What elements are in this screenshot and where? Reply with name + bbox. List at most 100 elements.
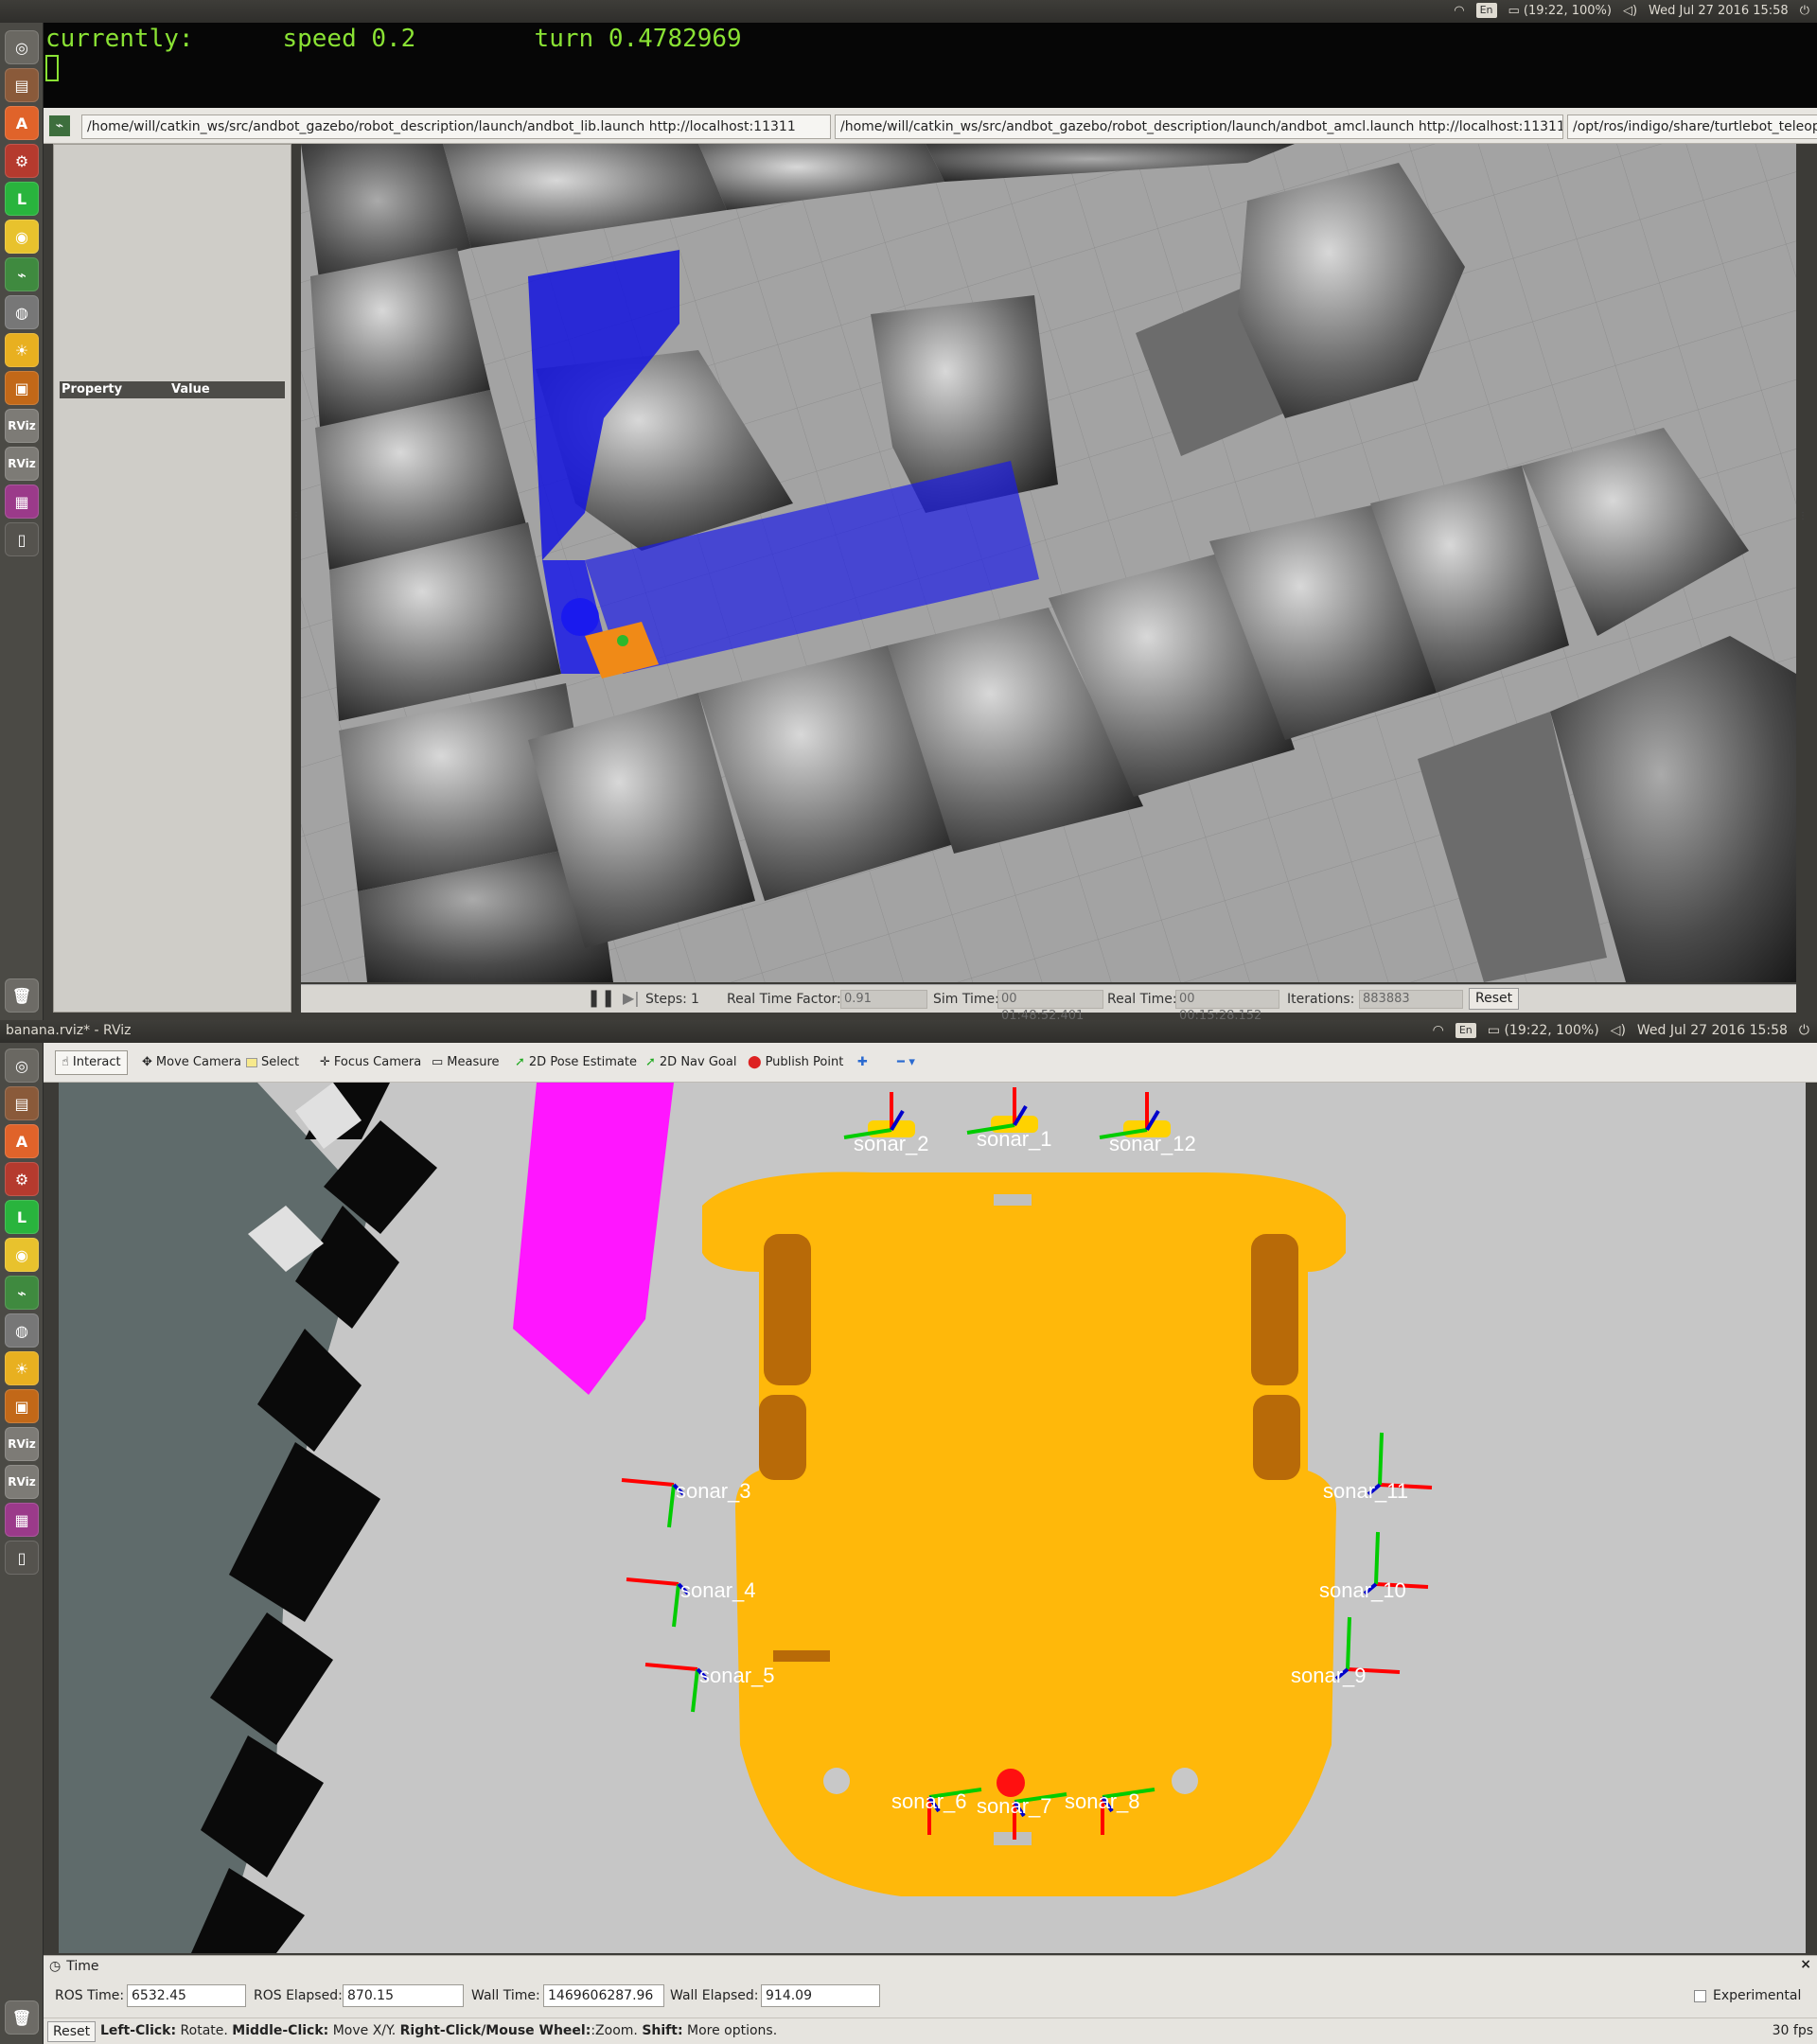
terminal-tab-2[interactable]: /home/will/catkin_ws/src/andbot_gazebo/r… bbox=[835, 115, 1563, 139]
gazebo-3d-view[interactable] bbox=[301, 144, 1796, 982]
rviz-icon[interactable]: RViz bbox=[5, 447, 39, 481]
sonar-label: sonar_10 bbox=[1319, 1578, 1406, 1602]
rviz-status-bar: Reset Left-Click: Rotate. Middle-Click: … bbox=[44, 2018, 1817, 2044]
package-icon[interactable]: ▣ bbox=[5, 371, 39, 405]
dash-icon[interactable]: ◎ bbox=[5, 30, 39, 64]
workspace-icon[interactable]: ▯ bbox=[5, 1541, 39, 1575]
power-icon[interactable]: ⏻ bbox=[1800, 4, 1809, 18]
sonar-label: sonar_1 bbox=[977, 1127, 1052, 1151]
sim-time-label: Sim Time: bbox=[933, 992, 999, 1007]
gazebo-reset-button[interactable]: Reset bbox=[1469, 988, 1520, 1010]
wall-elapsed-field[interactable]: 914.09 bbox=[761, 1984, 880, 2007]
robot-center-marker bbox=[997, 1769, 1025, 1797]
measure-tool[interactable]: ▭ Measure bbox=[426, 1050, 505, 1075]
webcam-icon[interactable]: ◍ bbox=[5, 1313, 39, 1348]
property-table-header: Property Value bbox=[60, 381, 285, 398]
sonar-label: sonar_2 bbox=[854, 1132, 929, 1155]
volume-icon[interactable]: ◁) bbox=[1623, 4, 1637, 18]
mouse-help-text: Left-Click: Rotate. Middle-Click: Move X… bbox=[100, 2023, 778, 2038]
ros-time-label: ROS Time: bbox=[55, 1988, 125, 2003]
wall-time-field[interactable]: 1469606287.96 bbox=[543, 1984, 664, 2007]
rviz-3d-view[interactable]: sonar_1 sonar_2 sonar_3 sonar_4 sonar_5 sonar… bbox=[59, 1083, 1806, 1953]
wifi-icon[interactable]: ◠ bbox=[1454, 4, 1464, 18]
ros-elapsed-field[interactable]: 870.15 bbox=[343, 1984, 464, 2007]
rviz-icon[interactable]: RViz bbox=[5, 1427, 39, 1461]
nav-goal-tool[interactable]: ➚ 2D Nav Goal bbox=[640, 1050, 742, 1075]
media-icon[interactable]: ▦ bbox=[5, 485, 39, 519]
line-app-icon[interactable]: L bbox=[5, 1200, 39, 1234]
select-icon bbox=[246, 1058, 257, 1067]
close-panel-icon[interactable]: × bbox=[1800, 1957, 1811, 1972]
trash-icon[interactable]: 🗑 bbox=[5, 978, 39, 1013]
files-icon[interactable]: ▤ bbox=[5, 1086, 39, 1120]
panel-splitter[interactable]: ⋮ bbox=[291, 511, 301, 530]
battery-indicator[interactable]: ▭ (19:22, 100%) bbox=[1488, 1023, 1599, 1038]
add-tool-button[interactable]: ✚ bbox=[852, 1050, 873, 1075]
caster-hole bbox=[823, 1768, 850, 1794]
caster-hole bbox=[1172, 1768, 1198, 1794]
unity-launcher-rviz: ◎ ▤ A ⚙ L ◉ ⌁ ◍ ☀ ▣ RViz RViz ▦ ▯ 🗑 bbox=[0, 1043, 44, 2044]
settings-icon[interactable]: ⚙ bbox=[5, 144, 39, 178]
software-center-icon[interactable]: A bbox=[5, 1124, 39, 1158]
system-monitor-icon[interactable]: ⌁ bbox=[5, 257, 39, 291]
software-center-icon[interactable]: A bbox=[5, 106, 39, 140]
sonar-label: sonar_5 bbox=[699, 1664, 775, 1687]
package-icon[interactable]: ▣ bbox=[5, 1389, 39, 1423]
gazebo-scene bbox=[301, 144, 1796, 982]
experimental-checkbox[interactable] bbox=[1694, 1990, 1706, 2002]
webcam-icon[interactable]: ◍ bbox=[5, 295, 39, 329]
wifi-icon[interactable]: ◠ bbox=[1433, 1023, 1444, 1038]
focus-camera-tool[interactable]: ✛ Focus Camera bbox=[314, 1050, 427, 1075]
files-icon[interactable]: ▤ bbox=[5, 68, 39, 102]
rviz-toolbar: ☝ Interact ✥ Move Camera Select ✛ Focus Cam… bbox=[44, 1043, 1817, 1083]
select-tool[interactable]: Select bbox=[240, 1050, 305, 1075]
rviz-icon[interactable]: RViz bbox=[5, 1465, 39, 1499]
sim-time-value: 00 01:48:52.401 bbox=[997, 990, 1103, 1023]
sonar-label: sonar_9 bbox=[1291, 1664, 1367, 1687]
sonar-label: sonar_6 bbox=[891, 1789, 967, 1813]
clock[interactable]: Wed Jul 27 2016 15:58 bbox=[1649, 4, 1789, 18]
media-icon[interactable]: ▦ bbox=[5, 1503, 39, 1537]
step-icon[interactable]: ▶| bbox=[623, 989, 640, 1007]
pose-estimate-tool[interactable]: ➚ 2D Pose Estimate bbox=[509, 1050, 643, 1075]
clock[interactable]: Wed Jul 27 2016 15:58 bbox=[1637, 1023, 1788, 1038]
iterations-value: 883883 bbox=[1359, 990, 1463, 1009]
terminal-tab-3[interactable]: /opt/ros/indigo/share/turtlebot_teleop/l bbox=[1567, 115, 1817, 139]
sonar-label: sonar_12 bbox=[1109, 1132, 1196, 1155]
idea-icon[interactable]: ☀ bbox=[5, 333, 39, 367]
move-camera-tool[interactable]: ✥ Move Camera bbox=[136, 1050, 247, 1075]
trash-icon[interactable]: 🗑 bbox=[5, 2000, 39, 2035]
rviz-title-bar: banana.rviz* - RViz ◠ En ▭ (19:22, 100%)… bbox=[0, 1020, 1817, 1043]
power-icon[interactable]: ⏻ bbox=[1799, 1023, 1809, 1038]
rviz-reset-button[interactable]: Reset bbox=[47, 2021, 97, 2042]
volume-icon[interactable]: ◁) bbox=[1611, 1023, 1626, 1038]
rviz-icon[interactable]: RViz bbox=[5, 409, 39, 443]
ros-time-field[interactable]: 6532.45 bbox=[127, 1984, 246, 2007]
battery-indicator[interactable]: ▭ (19:22, 100%) bbox=[1508, 4, 1612, 18]
idea-icon[interactable]: ☀ bbox=[5, 1351, 39, 1385]
panel-splitter-right[interactable]: ⋮ bbox=[1798, 511, 1808, 530]
chrome-icon[interactable]: ◉ bbox=[5, 220, 39, 254]
sonar-label: sonar_3 bbox=[676, 1479, 751, 1503]
clock-icon: ◷ bbox=[49, 1959, 62, 1974]
remove-tool-button[interactable]: ━ ▾ bbox=[891, 1050, 921, 1075]
settings-icon[interactable]: ⚙ bbox=[5, 1162, 39, 1196]
terminal-tab-1[interactable]: /home/will/catkin_ws/src/andbot_gazebo/r… bbox=[81, 115, 831, 139]
line-app-icon[interactable]: L bbox=[5, 182, 39, 216]
terminal-window[interactable]: currently: speed 0.2 turn 0.4782969 bbox=[44, 23, 1817, 108]
real-time-label: Real Time: bbox=[1107, 992, 1177, 1007]
green-arrow-icon: ➚ bbox=[515, 1055, 525, 1069]
sonar-label: sonar_7 bbox=[977, 1794, 1052, 1818]
system-monitor-icon[interactable]: ⌁ bbox=[5, 1276, 39, 1310]
publish-point-tool[interactable]: ⬤ Publish Point bbox=[742, 1050, 849, 1075]
dash-icon[interactable]: ◎ bbox=[5, 1048, 39, 1083]
interact-tool[interactable]: ☝ Interact bbox=[55, 1050, 128, 1075]
pause-icon[interactable]: ❚❚ bbox=[587, 988, 615, 1008]
keyboard-layout[interactable]: En bbox=[1455, 1023, 1476, 1038]
chrome-icon[interactable]: ◉ bbox=[5, 1238, 39, 1272]
rtf-value: 0.91 bbox=[840, 990, 927, 1009]
workspace-icon[interactable]: ▯ bbox=[5, 522, 39, 556]
keyboard-layout[interactable]: En bbox=[1475, 3, 1497, 18]
top-panel: ◠ En ▭ (19:22, 100%) ◁) Wed Jul 27 2016 … bbox=[0, 0, 1817, 23]
steps-value[interactable]: 1 bbox=[691, 992, 699, 1007]
